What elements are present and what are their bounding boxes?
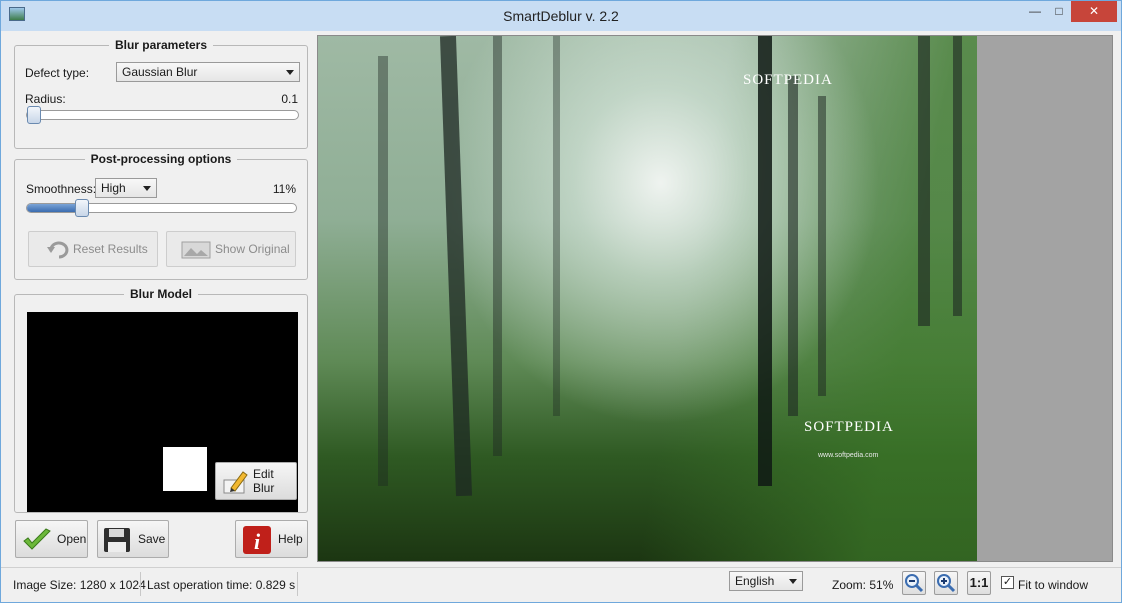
app-window: SmartDeblur v. 2.2 — □ ✕ Blur parameters… (0, 0, 1122, 603)
post-processing-title: Post-processing options (84, 152, 238, 166)
window-title: SmartDeblur v. 2.2 (503, 8, 619, 24)
smoothness-slider[interactable] (26, 199, 297, 217)
help-button[interactable]: i Help (235, 520, 308, 558)
open-button[interactable]: Open (15, 520, 88, 558)
radius-label: Radius: (25, 92, 66, 106)
help-label: Help (278, 532, 303, 546)
defect-type-label: Defect type: (25, 66, 90, 80)
fit-to-window-checkbox[interactable]: ✓ (1001, 576, 1014, 589)
zoom-in-button[interactable] (934, 571, 958, 595)
language-select[interactable]: English (729, 571, 803, 591)
fit-to-window-label: Fit to window (1018, 578, 1089, 592)
radius-slider-thumb[interactable] (27, 106, 41, 124)
image-icon (181, 241, 211, 259)
zoom-text: Zoom: 51% (832, 578, 894, 592)
open-label: Open (57, 532, 87, 546)
close-button[interactable]: ✕ (1071, 1, 1117, 22)
radius-value: 0.1 (281, 92, 298, 106)
chevron-down-icon (789, 579, 797, 584)
smoothness-select[interactable]: High (95, 178, 157, 198)
edit-blur-button[interactable]: Edit Blur (215, 462, 297, 500)
show-original-button[interactable]: Show Original (166, 231, 296, 267)
info-icon: i (243, 526, 271, 554)
post-processing-group: Post-processing options Smoothness: High… (14, 152, 308, 280)
checkmark-icon (23, 528, 51, 550)
title-bar[interactable]: SmartDeblur v. 2.2 — □ ✕ (1, 1, 1121, 31)
forest-photo[interactable]: SOFTPEDIA SOFTPEDIA www.softpedia.com (318, 36, 977, 561)
watermark-middle: SOFTPEDIA (804, 419, 894, 435)
edit-pencil-icon (223, 471, 248, 494)
language-value: English (735, 574, 775, 588)
actual-size-label: 1:1 (969, 575, 989, 590)
blur-model-title: Blur Model (124, 287, 198, 301)
blur-parameters-title: Blur parameters (108, 38, 214, 52)
blur-kernel (163, 447, 207, 491)
show-original-label: Show Original (215, 242, 290, 256)
save-button[interactable]: Save (97, 520, 169, 558)
smoothness-label: Smoothness: (26, 182, 97, 196)
floppy-disk-icon (104, 528, 130, 552)
last-operation-text: Last operation time: 0.829 s (147, 578, 296, 592)
save-label: Save (138, 532, 166, 546)
defect-type-value: Gaussian Blur (122, 65, 198, 79)
zoom-in-icon (937, 574, 956, 593)
zoom-out-button[interactable] (902, 571, 926, 595)
status-bar: Image Size: 1280 x 1024 Last operation t… (1, 567, 1121, 602)
zoom-out-icon (905, 574, 924, 593)
actual-size-button[interactable]: 1:1 (967, 571, 991, 595)
smoothness-slider-fill (27, 204, 79, 212)
edit-blur-label: Edit Blur (253, 467, 275, 495)
blur-model-group: Blur Model Edit Blur (14, 287, 308, 513)
chevron-down-icon (286, 70, 294, 75)
watermark-top: SOFTPEDIA (743, 72, 833, 88)
reset-results-label: Reset Results (73, 242, 148, 256)
maximize-button[interactable]: □ (1045, 1, 1073, 22)
smoothness-value: High (101, 181, 126, 195)
smoothness-slider-thumb[interactable] (75, 199, 89, 217)
undo-icon (47, 241, 69, 259)
defect-type-select[interactable]: Gaussian Blur (116, 62, 300, 82)
image-view[interactable]: SOFTPEDIA SOFTPEDIA www.softpedia.com (317, 35, 1113, 562)
blur-parameters-group: Blur parameters Defect type: Gaussian Bl… (14, 38, 308, 149)
reset-results-button[interactable]: Reset Results (28, 231, 158, 267)
chevron-down-icon (143, 186, 151, 191)
radius-slider[interactable] (26, 106, 299, 124)
svg-text:i: i (254, 529, 261, 554)
smoothness-percent: 11% (272, 182, 296, 196)
watermark-url: www.softpedia.com (818, 452, 879, 459)
image-size-text: Image Size: 1280 x 1024 (13, 578, 146, 592)
